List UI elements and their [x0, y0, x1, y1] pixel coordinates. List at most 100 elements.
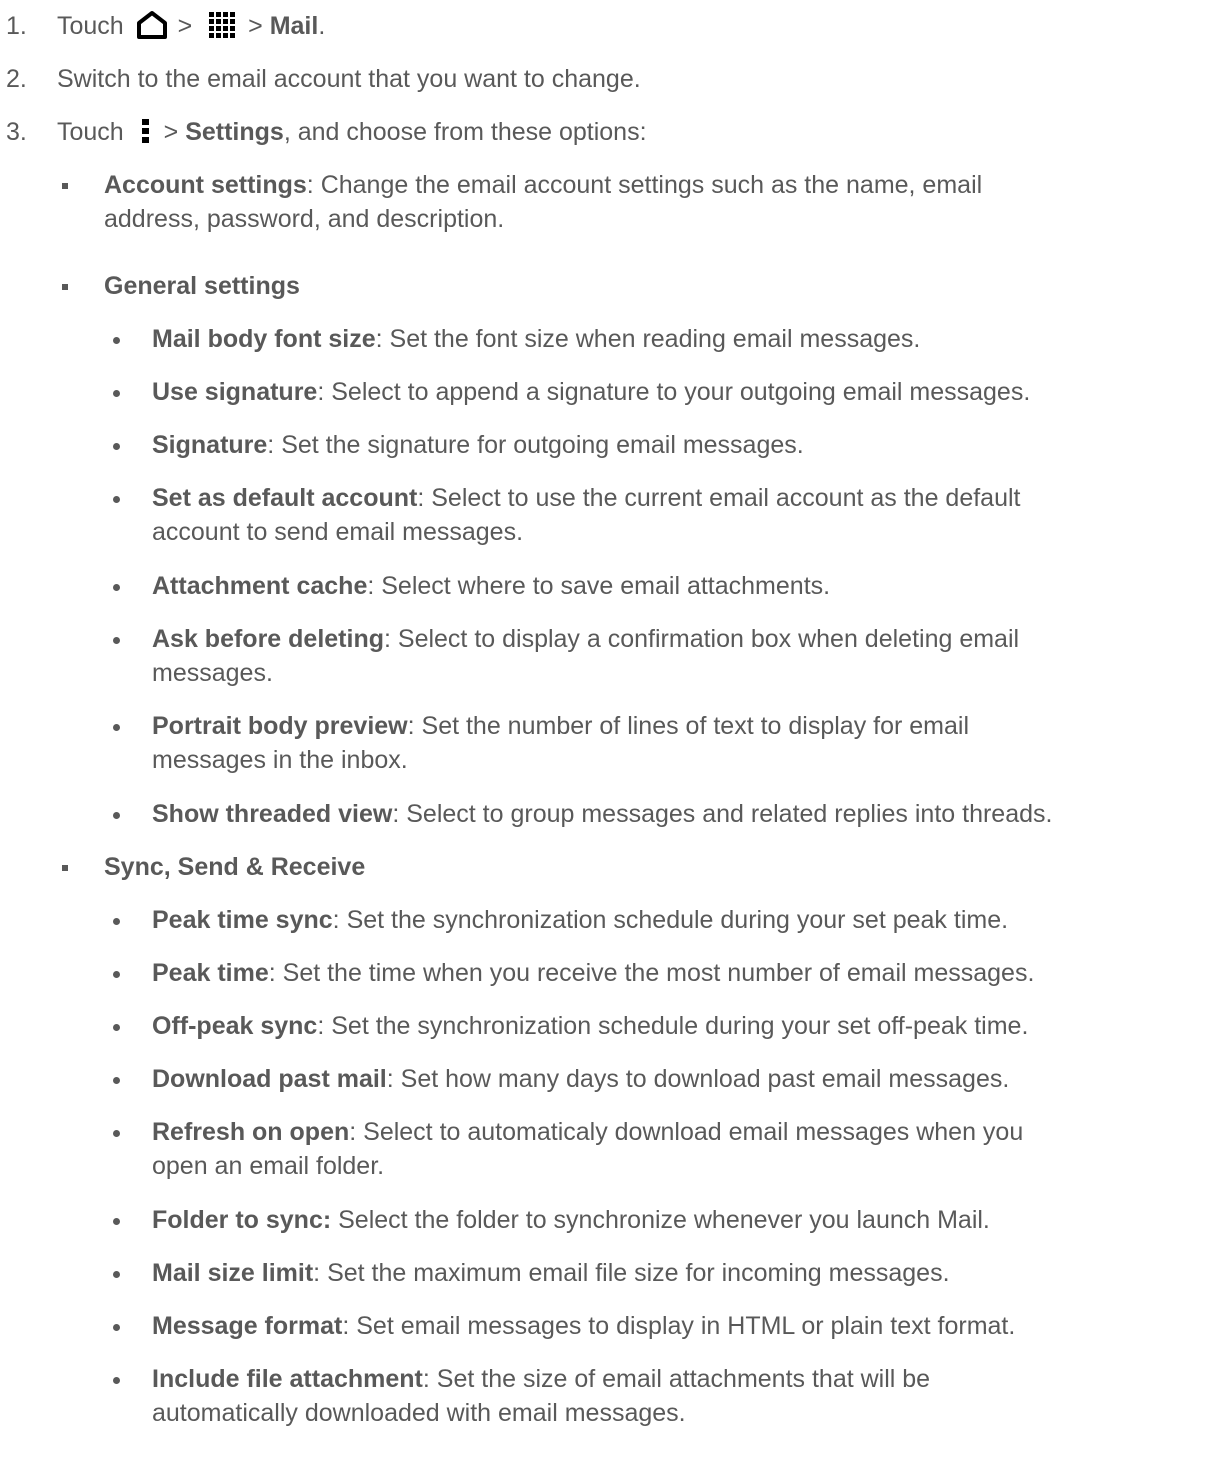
list-item: Show threaded view: Select to group mess… — [152, 799, 1052, 829]
step-text: Switch to the email account that you wan… — [57, 65, 641, 93]
list-item: Ask before deleting: Select to display a… — [152, 624, 1019, 654]
item-description: : Set the number of lines of text to dis… — [407, 712, 970, 740]
round-bullet — [113, 812, 120, 819]
step-number: 3. — [6, 118, 27, 146]
step-rest: , and choose from these options: — [283, 118, 647, 146]
item-term: Mail body font size — [152, 325, 376, 353]
item-term: Show threaded view — [152, 800, 393, 828]
account-settings-continued: address, password, and description. — [104, 204, 504, 234]
account-settings-item: Account settings: Change the email accou… — [104, 170, 982, 200]
round-bullet — [113, 1271, 120, 1278]
round-bullet — [113, 637, 120, 644]
item-description: : Set the maximum email file size for in… — [313, 1259, 950, 1287]
separator: > — [177, 12, 193, 40]
item-term: Attachment cache — [152, 572, 368, 600]
step-lead: Touch — [57, 12, 124, 40]
list-item: Mail size limit: Set the maximum email f… — [152, 1258, 950, 1288]
step-end: . — [318, 12, 326, 40]
list-item: Include file attachment: Set the size of… — [152, 1364, 930, 1394]
item-description: account to send email messages. — [152, 518, 524, 546]
list-item: Peak time: Set the time when you receive… — [152, 958, 1034, 988]
more-menu-icon — [141, 119, 149, 144]
item-term: Portrait body preview — [152, 712, 408, 740]
section-title: General settings — [104, 272, 300, 300]
item-description: : Select to group messages and related r… — [392, 800, 1053, 828]
item-term: Off-peak sync — [152, 1012, 318, 1040]
list-item-continued: open an email folder. — [152, 1151, 384, 1181]
list-item-continued: account to send email messages. — [152, 517, 523, 547]
round-bullet — [113, 443, 120, 450]
list-item: Message format: Set email messages to di… — [152, 1311, 1015, 1341]
round-bullet — [113, 1218, 120, 1225]
item-term: Folder to sync: — [152, 1206, 332, 1234]
item-description: : Set the size of email attachments that… — [422, 1365, 931, 1393]
step-2: 2. Switch to the email account that you … — [6, 64, 641, 94]
square-bullet — [62, 284, 68, 290]
step-target: Settings — [185, 118, 284, 146]
round-bullet — [113, 390, 120, 397]
item-description: : Set the synchronization schedule durin… — [317, 1012, 1029, 1040]
section-title: Sync, Send & Receive — [104, 853, 366, 881]
list-item: Off-peak sync: Set the synchronization s… — [152, 1011, 1028, 1041]
item-description: : Set the synchronization schedule durin… — [332, 906, 1009, 934]
sync-settings-header: Sync, Send & Receive — [104, 852, 365, 882]
item-term: Include file attachment — [152, 1365, 423, 1393]
item-description: : Select where to save email attachments… — [367, 572, 831, 600]
item-term: Use signature — [152, 378, 318, 406]
round-bullet — [113, 1377, 120, 1384]
separator: > — [163, 118, 179, 146]
list-item: Signature: Set the signature for outgoin… — [152, 430, 804, 460]
item-description: Select the folder to synchronize wheneve… — [331, 1206, 990, 1234]
item-term: Message format — [152, 1312, 343, 1340]
step-3: 3. Touch > Settings, and choose from the… — [6, 117, 647, 147]
list-item: Download past mail: Set how many days to… — [152, 1064, 1009, 1094]
round-bullet — [113, 971, 120, 978]
list-item: Set as default account: Select to use th… — [152, 483, 1020, 513]
list-item: Mail body font size: Set the font size w… — [152, 324, 920, 354]
item-description: : Set the time when you receive the most… — [268, 959, 1035, 987]
item-description: : Set the font size when reading email m… — [375, 325, 921, 353]
item-description: : Set how many days to download past ema… — [386, 1065, 1010, 1093]
round-bullet — [113, 496, 120, 503]
list-item: Attachment cache: Select where to save e… — [152, 571, 830, 601]
option-description: address, password, and description. — [104, 205, 505, 233]
round-bullet — [113, 584, 120, 591]
round-bullet — [113, 918, 120, 925]
round-bullet — [113, 724, 120, 731]
item-term: Ask before deleting — [152, 625, 384, 653]
item-description: messages in the inbox. — [152, 746, 408, 774]
round-bullet — [113, 1077, 120, 1084]
item-term: Peak time sync — [152, 906, 333, 934]
item-term: Download past mail — [152, 1065, 387, 1093]
list-item: Peak time sync: Set the synchronization … — [152, 905, 1008, 935]
home-icon — [136, 11, 167, 40]
item-term: Peak time — [152, 959, 269, 987]
apps-grid-icon — [209, 12, 236, 39]
list-item: Portrait body preview: Set the number of… — [152, 711, 969, 741]
item-description: open an email folder. — [152, 1152, 385, 1180]
item-term: Refresh on open — [152, 1118, 350, 1146]
item-description: : Set email messages to display in HTML … — [342, 1312, 1016, 1340]
document-page: 1. Touch > > Mail. 2. Switch to the emai… — [0, 0, 1225, 1480]
item-description: messages. — [152, 659, 273, 687]
step-target: Mail — [269, 12, 319, 40]
round-bullet — [113, 1324, 120, 1331]
step-lead: Touch — [57, 118, 124, 146]
item-description: automatically downloaded with email mess… — [152, 1399, 686, 1427]
list-item-continued: messages. — [152, 658, 273, 688]
option-title: Account settings — [104, 171, 307, 199]
step-number: 2. — [6, 65, 27, 93]
option-description: : Change the email account settings such… — [306, 171, 983, 199]
step-number: 1. — [6, 12, 27, 40]
list-item-continued: automatically downloaded with email mess… — [152, 1398, 686, 1428]
item-term: Set as default account — [152, 484, 418, 512]
item-description: : Select to automaticaly download email … — [349, 1118, 1024, 1146]
round-bullet — [113, 1130, 120, 1137]
item-description: : Select to display a confirmation box w… — [384, 625, 1020, 653]
general-settings-header: General settings — [104, 271, 300, 301]
list-item: Refresh on open: Select to automaticaly … — [152, 1117, 1023, 1147]
item-term: Mail size limit — [152, 1259, 314, 1287]
list-item: Folder to sync: Select the folder to syn… — [152, 1205, 990, 1235]
list-item-continued: messages in the inbox. — [152, 745, 408, 775]
round-bullet — [113, 1024, 120, 1031]
